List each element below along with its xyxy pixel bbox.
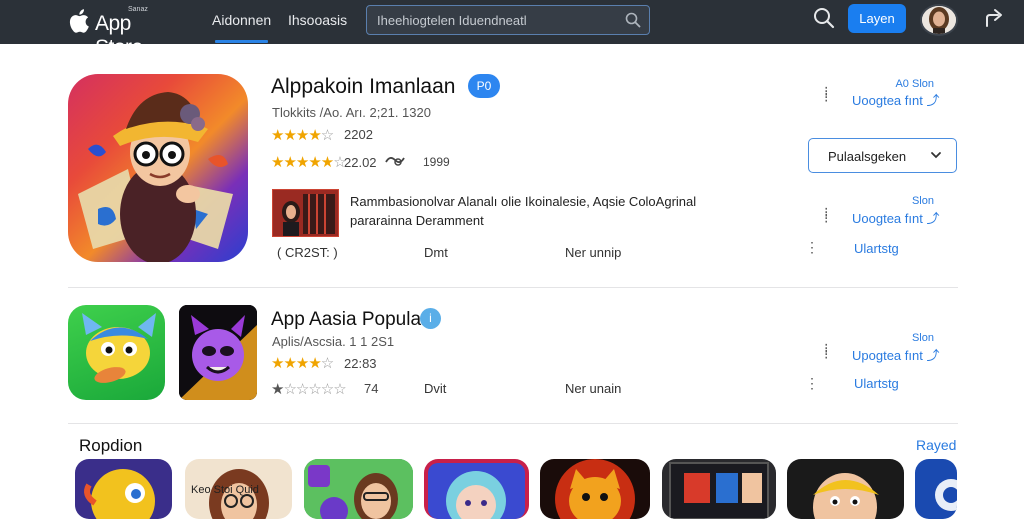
preview-thumbnail[interactable] <box>272 189 339 237</box>
popular-app-tile[interactable] <box>662 459 776 519</box>
search-value: Iheehiogtelen Iduendneatl <box>377 13 527 28</box>
star-rating: ★★★★☆ <box>271 127 334 144</box>
link-icon[interactable] <box>384 153 406 167</box>
change-link[interactable]: Ulartstg <box>854 376 899 391</box>
upgrade-label: Uoogtea fınt <box>852 211 923 226</box>
store-name: App Store <box>95 12 143 59</box>
cat-mascot-illustration <box>82 313 156 383</box>
tile-artwork <box>84 469 155 519</box>
app-subtitle: Aplis/Ascsia. 1 1 2S1 <box>272 334 395 349</box>
tile-artwork <box>304 459 413 519</box>
login-button[interactable]: Layen <box>848 4 906 33</box>
meta-code: ( CR2ST: ) <box>277 245 338 260</box>
description-line: Rammbasionolvar Alanalı olie Ikoinalesie… <box>350 194 697 209</box>
side-small-label: Slon <box>911 332 934 344</box>
tile-artwork <box>669 462 769 519</box>
tile-artwork <box>935 479 957 511</box>
meta-type: Dmt <box>424 245 448 260</box>
divider <box>68 287 958 288</box>
popular-app-tile[interactable]: Keo Stoi Quid <box>185 459 292 519</box>
cartoon-character-illustration <box>78 92 233 262</box>
star-rating: ★★★★☆ <box>271 355 334 372</box>
rating-value: 22:83 <box>344 356 377 371</box>
see-all-link[interactable]: Rayed <box>916 437 956 453</box>
info-icon[interactable]: i <box>420 308 441 329</box>
rating-value: 74 <box>364 381 379 396</box>
more-options-icon[interactable]: ⋮ <box>805 376 819 390</box>
app-icon-featured[interactable] <box>68 74 248 262</box>
option-dropdown[interactable]: Pulaalsgeken <box>808 138 957 173</box>
search-icon[interactable] <box>625 12 641 28</box>
apple-logo-icon <box>69 9 89 33</box>
app-subtitle: Tlokkits /Ao. Arı. 2;21. 1320 <box>272 105 431 120</box>
popular-app-tile[interactable] <box>75 459 172 519</box>
app-icon-dark[interactable] <box>179 305 257 400</box>
meta-type: Dvit <box>424 381 447 396</box>
popular-app-tile[interactable] <box>424 459 529 519</box>
star-rating: ★☆☆☆☆☆ <box>271 381 347 398</box>
side-small-label: A0 Slon <box>895 78 934 90</box>
drag-handle-icon[interactable]: ⁝ ⁝ <box>824 84 828 104</box>
rating-value: 2202 <box>344 127 373 142</box>
tab-aidonnen[interactable]: Aidonnen <box>212 12 271 43</box>
tile-artwork <box>555 459 635 519</box>
top-bar: Sanaz App Store Aidonnen Ihsooasis Iheeh… <box>0 0 1024 59</box>
more-options-icon[interactable]: ⋮ <box>805 240 819 254</box>
arrow-icon: ⤴ <box>926 211 940 226</box>
dropdown-value: Pulaalsgeken <box>828 149 907 164</box>
change-link[interactable]: Ulartstg <box>854 241 899 256</box>
tile-artwork <box>428 463 525 519</box>
avatar-portrait <box>922 6 956 34</box>
search-input[interactable]: Iheehiogtelen Iduendneatl <box>366 5 650 35</box>
edition-badge: P0 <box>468 74 500 98</box>
drag-handle-icon[interactable]: ⁝ ⁝ <box>824 341 828 361</box>
upgrade-link[interactable]: Upogtea fınt ⤴ <box>852 345 939 364</box>
upgrade-link[interactable]: Uoogtea fınt ⤴ <box>852 90 939 109</box>
drag-handle-icon[interactable]: ⁝ ⁝ <box>824 205 828 225</box>
popular-app-tile[interactable] <box>304 459 413 519</box>
upgrade-label: Uoogtea fınt <box>852 93 923 108</box>
preview-image <box>273 190 338 236</box>
app-title[interactable]: App Aasia Popular <box>271 309 427 331</box>
search-icon[interactable] <box>813 7 835 29</box>
purple-creature-illustration <box>179 305 257 400</box>
tile-artwork <box>813 473 879 519</box>
arrow-icon: ⤴ <box>926 348 940 363</box>
upgrade-link[interactable]: Uoogtea fınt ⤴ <box>852 208 939 227</box>
divider <box>68 423 958 424</box>
star-rating: ★★★★★☆ <box>271 154 347 171</box>
app-icon-green[interactable] <box>68 305 165 400</box>
rating-value: 22.02 <box>344 155 377 170</box>
download-count: 1999 <box>423 155 450 169</box>
share-icon[interactable] <box>983 7 1005 29</box>
popular-app-tile[interactable] <box>787 459 904 519</box>
popular-app-tile[interactable] <box>540 459 650 519</box>
description-line: pararainna Deramment <box>350 213 484 228</box>
side-small-label: Slon <box>911 195 934 207</box>
tab-ihsooasis[interactable]: Ihsooasis <box>288 12 347 28</box>
app-store-logo[interactable]: Sanaz App Store <box>66 5 176 59</box>
section-title: Ropdion <box>79 436 143 455</box>
popular-app-tile[interactable] <box>915 459 957 519</box>
app-title[interactable]: Alppakoin Imanlaan <box>271 75 455 99</box>
upgrade-label: Upogtea fınt <box>852 348 923 363</box>
meta-version: Ner unain <box>565 381 622 396</box>
chevron-down-icon <box>931 152 941 159</box>
avatar[interactable] <box>920 4 958 36</box>
arrow-icon: ⤴ <box>926 93 940 108</box>
tile-caption: Keo Stoi Quid <box>191 484 259 496</box>
app-description: Rammbasionolvar Alanalı olie Ikoinalesie… <box>350 192 750 230</box>
meta-version: Ner unnip <box>565 245 622 260</box>
